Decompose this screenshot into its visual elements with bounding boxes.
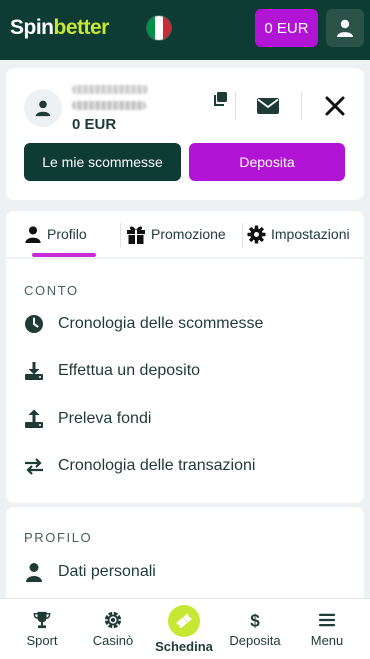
divider <box>242 223 243 247</box>
dollar-icon: $ <box>250 611 260 629</box>
italy-flag-icon[interactable] <box>147 16 171 40</box>
svg-text:$: $ <box>250 611 260 629</box>
nav-label: Deposita <box>229 633 281 648</box>
tab-profile[interactable]: Profilo <box>24 211 114 257</box>
clock-icon <box>25 315 43 333</box>
deposit-button[interactable]: Deposita <box>189 143 345 181</box>
tab-promotion[interactable]: Promozione <box>126 211 238 257</box>
nav-label: Casinò <box>92 633 134 648</box>
nav-sport[interactable]: Sport <box>5 599 79 659</box>
copy-icon[interactable] <box>212 91 228 107</box>
tab-promotion-label: Promozione <box>151 226 226 242</box>
account-balance: 0 EUR <box>72 116 117 133</box>
nav-betslip[interactable]: Schedina <box>147 599 221 659</box>
nav-deposit[interactable]: $ Deposita <box>218 599 292 659</box>
nav-menu[interactable]: Menu <box>290 599 364 659</box>
download-icon <box>25 362 43 380</box>
menu-item-label: Preleva fondi <box>58 410 152 427</box>
menu-item-withdraw[interactable]: Preleva fondi <box>24 406 151 432</box>
logo-better-text: better <box>53 16 110 39</box>
user-icon <box>337 19 353 37</box>
tab-profile-label: Profilo <box>47 226 87 242</box>
menu-item-label: Effettua un deposito <box>58 362 201 379</box>
menu-item-label: Cronologia delle transazioni <box>58 457 256 474</box>
user-icon <box>25 226 41 243</box>
tab-settings[interactable]: Impostazioni <box>247 211 359 257</box>
my-bets-button[interactable]: Le mie scommesse <box>24 143 181 181</box>
blurred-account-id <box>72 101 146 110</box>
profile-menu: PROFILO Dati personali <box>6 507 364 607</box>
top-bar: Spinbetter 0 EUR <box>0 0 370 60</box>
close-icon[interactable] <box>324 95 346 117</box>
nav-label: Menu <box>310 633 344 648</box>
nav-casino[interactable]: Casinò <box>76 599 150 659</box>
transfer-arrows-icon <box>25 458 43 475</box>
chip-icon <box>104 611 122 629</box>
menu-item-bet-history[interactable]: Cronologia delle scommesse <box>24 311 263 337</box>
divider <box>301 92 302 120</box>
divider <box>235 92 236 120</box>
menu-item-make-deposit[interactable]: Effettua un deposito <box>24 358 200 384</box>
upload-icon <box>25 409 43 428</box>
section-title-account: CONTO <box>24 283 79 298</box>
menu-item-transaction-history[interactable]: Cronologia delle transazioni <box>24 453 255 479</box>
ticket-icon <box>176 613 192 629</box>
active-tab-indicator <box>32 253 96 257</box>
avatar <box>24 89 62 127</box>
gear-icon <box>247 224 266 244</box>
profile-tabs: Profilo Promozione Impostazioni <box>6 211 364 257</box>
user-icon <box>35 100 51 117</box>
trophy-icon <box>33 611 51 629</box>
logo-spin-text: Spin <box>10 16 54 39</box>
mail-icon[interactable] <box>257 98 279 114</box>
blurred-username <box>72 85 148 94</box>
account-card: 0 EUR Le mie scommesse Deposita <box>6 68 364 200</box>
menu-item-label: Cronologia delle scommesse <box>58 315 264 332</box>
menu-item-personal-data[interactable]: Dati personali <box>24 559 156 585</box>
menu-item-label: Dati personali <box>58 563 156 580</box>
gift-icon <box>127 226 145 244</box>
ticket-icon-badge <box>168 605 200 637</box>
bottom-navigation: Sport Casinò Schedina $ Deposita Menu <box>0 598 370 659</box>
tab-settings-label: Impostazioni <box>271 226 350 242</box>
account-menu: CONTO Cronologia delle scommesse Effettu… <box>6 259 364 503</box>
user-icon <box>26 563 42 582</box>
user-menu-button[interactable] <box>326 9 364 47</box>
divider <box>120 223 121 247</box>
section-title-profile: PROFILO <box>24 530 93 545</box>
nav-label: Schedina <box>155 639 213 654</box>
nav-label: Sport <box>26 633 58 648</box>
hamburger-icon <box>318 613 336 627</box>
logo[interactable]: Spinbetter <box>10 16 109 42</box>
balance-button[interactable]: 0 EUR <box>255 9 318 47</box>
